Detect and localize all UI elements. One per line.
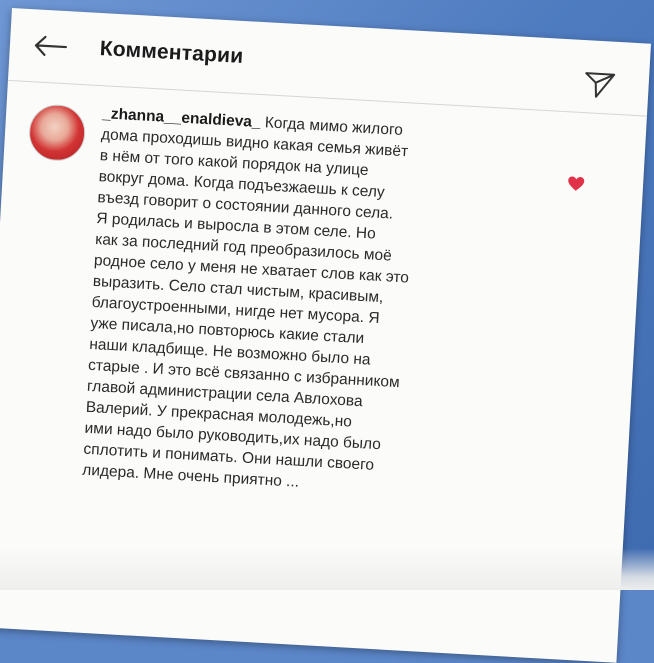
avatar[interactable] xyxy=(27,103,87,163)
comment-text: _zhanna__enaldieva_ Когда мимо жилого до… xyxy=(82,103,542,505)
page-title: Комментарии xyxy=(99,36,244,68)
paper-plane-icon[interactable] xyxy=(582,70,618,100)
heart-icon[interactable] xyxy=(567,175,586,192)
comments-screen: Комментарии _zhanna__enaldieva_ Когда ми… xyxy=(0,8,652,663)
arrow-left-icon[interactable] xyxy=(31,33,68,59)
